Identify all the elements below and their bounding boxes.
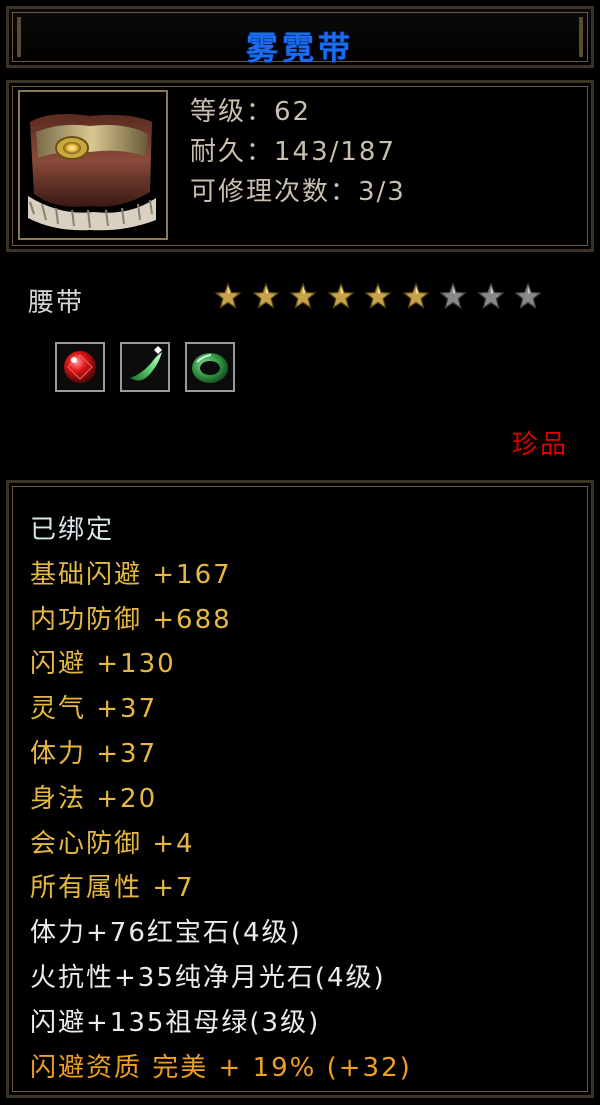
attribute-line: 身法 +20 — [30, 783, 158, 814]
star-empty-icon — [514, 282, 542, 309]
attribute-line: 已绑定 — [30, 515, 115, 545]
belt-icon — [20, 92, 166, 238]
star-rating — [214, 282, 552, 314]
attribute-line: 闪避 +130 — [30, 649, 176, 680]
attribute-line: 体力+76红宝石(4级) — [30, 918, 302, 949]
jade-ring-icon[interactable] — [185, 342, 235, 392]
attribute-line: 灵气 +37 — [30, 694, 158, 725]
title-bar: 雾霓带 — [6, 6, 594, 68]
attribute-line: 闪避+135祖母绿(3级) — [30, 1007, 321, 1038]
attribute-line: 会心防御 +4 — [30, 828, 195, 859]
red-gem-icon[interactable] — [55, 342, 105, 392]
attribute-line: 基础闪避 +167 — [30, 559, 232, 590]
item-tooltip: 雾霓带 等级：62 耐久：143/187 可修理次数：3/3 腰带 珍品 已绑定… — [0, 0, 600, 1105]
item-name: 雾霓带 — [245, 29, 354, 67]
attribute-line: 体力 +37 — [30, 738, 158, 769]
star-filled-icon — [251, 282, 280, 309]
attribute-line: 内功防御 +688 — [30, 604, 232, 635]
attribute-line: 闪避资质 完美 + 19% (+32) — [30, 1052, 412, 1083]
repair-count-text: 可修理次数：3/3 — [190, 177, 406, 207]
star-filled-icon — [401, 282, 430, 309]
durability-text: 耐久：143/187 — [190, 137, 397, 167]
rarity-label: 珍品 — [511, 430, 568, 460]
attribute-list: 已绑定基础闪避 +167 内功防御 +688 闪避 +130 灵气 +37 体力 +37… — [30, 508, 412, 1090]
star-empty-icon — [476, 282, 505, 309]
star-empty-icon — [439, 282, 467, 309]
level-text: 等级：62 — [190, 97, 312, 127]
attribute-line: 所有属性 +7 — [30, 873, 195, 904]
item-icon-frame — [18, 90, 168, 240]
star-filled-icon — [364, 282, 392, 309]
star-filled-icon — [214, 282, 242, 309]
item-type: 腰带 — [28, 288, 85, 318]
green-crescent-gem-icon[interactable] — [120, 342, 170, 392]
star-filled-icon — [289, 282, 317, 309]
star-filled-icon — [326, 282, 355, 309]
attribute-line: 火抗性+35纯净月光石(4级) — [30, 962, 386, 993]
item-info: 等级：62 耐久：143/187 可修理次数：3/3 — [190, 92, 406, 212]
